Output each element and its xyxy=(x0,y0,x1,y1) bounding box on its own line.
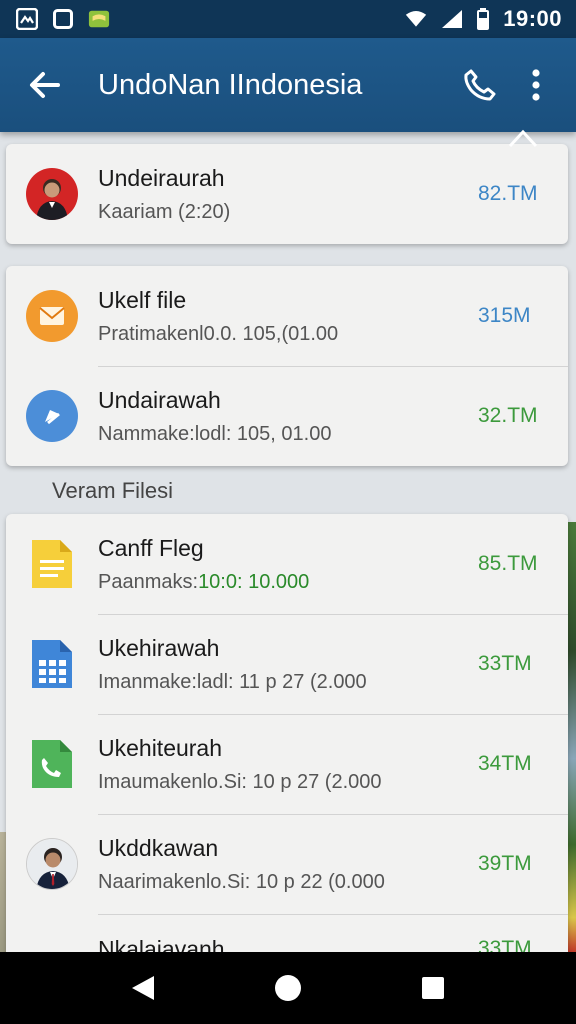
list-item[interactable]: Canff Fleg Paanmaks:10:0: 10.000 85.TM xyxy=(6,514,568,614)
item-name: Ukddkawan xyxy=(98,834,219,861)
list-item[interactable]: Nkalaiavanh 33TM xyxy=(6,914,568,952)
item-size: 39TM xyxy=(478,852,532,875)
item-size: 85.TM xyxy=(478,552,538,575)
item-name: Canff Fleg xyxy=(98,534,204,561)
list-item[interactable]: Undeiraurah Kaariam (2:20) 82.TM xyxy=(6,144,568,244)
list-item[interactable]: Ukddkawan Naarimakenlo.Si: 10 p 22 (0.00… xyxy=(6,814,568,914)
square-notification-icon xyxy=(52,8,74,30)
item-size: 33TM xyxy=(478,652,532,675)
chevron-up-icon xyxy=(508,129,538,148)
item-size: 33TM xyxy=(478,937,532,952)
phone-icon xyxy=(464,69,496,101)
item-name: Nkalaiavanh xyxy=(98,935,225,953)
attachments-card: Ukelf file Pratimakenl0.0. 105,(01.00 31… xyxy=(6,266,568,466)
call-file-icon xyxy=(32,740,72,788)
section-header: Veram Filesi xyxy=(52,478,174,503)
wifi-icon xyxy=(405,8,427,30)
more-options-button[interactable] xyxy=(508,53,564,117)
item-detail: Imaumakenlo.Si: 10 p 27 (2.000 xyxy=(98,770,382,793)
call-button[interactable] xyxy=(452,53,508,117)
battery-icon xyxy=(477,8,490,30)
item-detail: Imanmake:ladl: 11 p 27 (2.000 xyxy=(98,670,367,693)
item-name: Ukehiteurah xyxy=(98,734,223,761)
arrow-left-icon xyxy=(30,72,60,98)
spreadsheet-icon xyxy=(32,640,72,688)
item-name: Ukelf file xyxy=(98,286,187,313)
app-bar: UndoNan IIndonesia xyxy=(0,38,576,132)
item-detail: Pratimakenl0.0. 105,(01.00 xyxy=(98,322,339,345)
item-name: Ukehirawah xyxy=(98,634,220,661)
contact-card: Undeiraurah Kaariam (2:20) 82.TM xyxy=(6,144,568,244)
item-detail: Kaariam (2:20) xyxy=(98,200,231,223)
signal-icon xyxy=(441,8,463,30)
triangle-back-icon xyxy=(131,976,154,1000)
files-card: Canff Fleg Paanmaks:10:0: 10.000 85.TM U… xyxy=(6,514,568,952)
app-notification-icon xyxy=(88,8,110,30)
page-title: UndoNan IIndonesia xyxy=(98,68,363,101)
back-button[interactable] xyxy=(12,53,76,117)
square-recents-icon xyxy=(422,977,445,999)
item-name: Undeiraurah xyxy=(98,164,225,191)
navigation-bar xyxy=(0,952,576,1024)
email-icon xyxy=(26,290,78,342)
nav-recents-button[interactable] xyxy=(408,963,458,1013)
status-bar: 19:00 xyxy=(0,0,576,38)
nav-back-button[interactable] xyxy=(118,963,168,1013)
item-size: 34TM xyxy=(478,752,532,775)
content-area: Undeiraurah Kaariam (2:20) 82.TM Ukelf f… xyxy=(0,132,576,952)
list-item[interactable]: Ukehiteurah Imaumakenlo.Si: 10 p 27 (2.0… xyxy=(6,714,568,814)
item-size: 82.TM xyxy=(478,182,538,205)
list-item[interactable]: Ukelf file Pratimakenl0.0. 105,(01.00 31… xyxy=(6,266,568,366)
item-detail: Paanmaks:10:0: 10.000 xyxy=(98,570,310,593)
circle-home-icon xyxy=(274,975,301,1001)
item-detail: Naarimakenlo.Si: 10 p 22 (0.000 xyxy=(98,870,385,893)
avatar xyxy=(26,168,78,220)
item-name: Undairawah xyxy=(98,386,221,413)
item-size: 315M xyxy=(478,304,531,327)
document-icon xyxy=(32,540,72,588)
list-item[interactable]: Undairawah Nammake:lodl: 105, 01.00 32.T… xyxy=(6,366,568,466)
item-detail: Nammake:lodl: 105, 01.00 xyxy=(98,422,332,445)
avatar xyxy=(26,838,78,890)
list-item[interactable]: Ukehirawah Imanmake:ladl: 11 p 27 (2.000… xyxy=(6,614,568,714)
send-icon xyxy=(26,390,78,442)
gallery-icon xyxy=(16,8,38,30)
status-time: 19:00 xyxy=(503,6,562,31)
nav-home-button[interactable] xyxy=(263,963,313,1013)
item-size: 32.TM xyxy=(478,404,538,427)
more-vert-icon xyxy=(532,69,540,101)
